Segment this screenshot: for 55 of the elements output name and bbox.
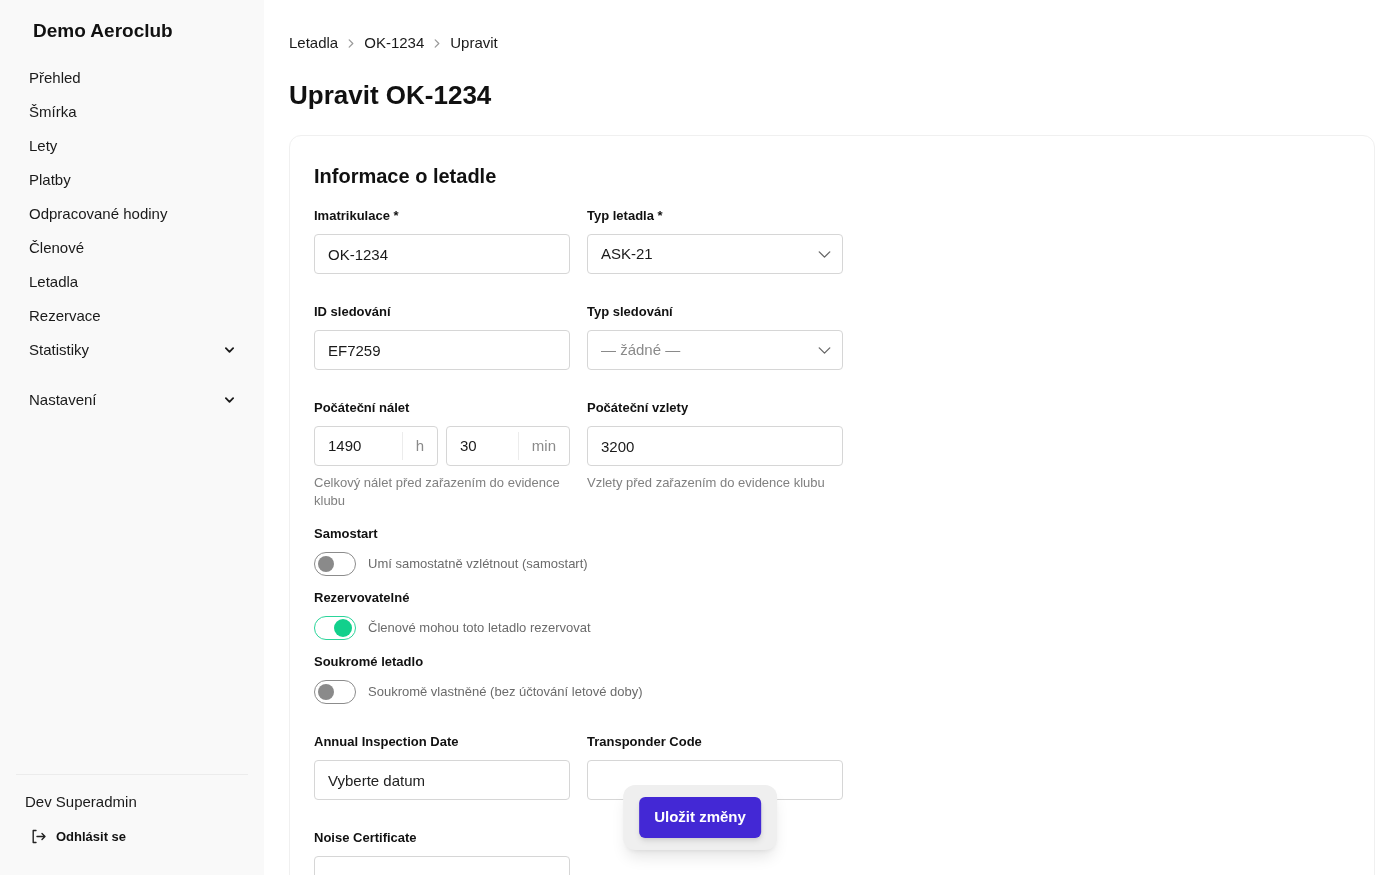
nav-link[interactable]: Letadla [16, 265, 248, 299]
field-label: Počáteční vzlety [587, 399, 690, 417]
hours-field[interactable]: 1490 h [314, 426, 438, 466]
nav-link[interactable]: Členové [16, 231, 248, 265]
unit-label: h [414, 435, 425, 456]
field-label: Annual Inspection Date [314, 733, 460, 751]
breadcrumb-current: Upravit [450, 33, 498, 53]
hours-input[interactable]: 1490 [315, 427, 402, 465]
chevron-right-icon [434, 38, 441, 48]
help-text: Celkový nálet před zařazením do evidence klubu [314, 474, 561, 510]
help-text: Vzlety před zařazením do evidence klubu [587, 474, 826, 492]
field-label: Počáteční nálet [314, 399, 411, 417]
logout-icon [31, 829, 46, 844]
toggle-description: Umí samostatně vzlétnout (samostart) [368, 555, 588, 573]
field-label: Rezervovatelné [314, 589, 411, 607]
select-field[interactable]: ASK-21 [587, 234, 843, 274]
text-input[interactable]: EF7259 [314, 330, 570, 370]
field-label: Typ letadla * [587, 207, 664, 225]
toggle-switch[interactable] [314, 680, 356, 704]
nav-link[interactable]: Šmírka [16, 95, 248, 129]
nav-link[interactable]: Lety [16, 129, 248, 163]
text-input[interactable]: OK-1234 [314, 234, 570, 274]
field-label: Transponder Code [587, 733, 703, 751]
chevron-down-icon [818, 250, 831, 258]
toggle-switch[interactable] [314, 552, 356, 576]
brand-title: Demo Aeroclub [33, 19, 174, 43]
field-label: Samostart [314, 525, 379, 543]
chevron-down-icon [818, 346, 831, 354]
nav-group-toggle[interactable]: Nastavení [16, 383, 248, 417]
toggle-switch[interactable] [314, 616, 356, 640]
nav-group-toggle[interactable]: Statistiky [16, 333, 248, 367]
chevron-right-icon [348, 38, 355, 48]
toggle-description: Soukromě vlastněné (bez účtování letové doby) [368, 683, 643, 701]
save-button[interactable]: Uložit změny [639, 797, 761, 838]
logout-link[interactable]: Odhlásit se [31, 826, 127, 847]
minutes-field[interactable]: 30 min [446, 426, 570, 466]
toggle-description: Členové mohou toto letadlo rezervovat [368, 619, 591, 637]
field-label: Imatrikulace * [314, 207, 400, 225]
field-label: Typ sledování [587, 303, 674, 321]
nav-link[interactable]: Rezervace [16, 299, 248, 333]
breadcrumb-link[interactable]: Letadla [289, 33, 339, 53]
field-label: Noise Certificate [314, 829, 418, 847]
nav-link[interactable]: Platby [16, 163, 248, 197]
field-label: Soukromé letadlo [314, 653, 425, 671]
nav-link[interactable]: Odpracované hodiny [16, 197, 248, 231]
breadcrumb-link[interactable]: OK-1234 [364, 33, 425, 53]
user-name: Dev Superadmin [24, 791, 138, 812]
unit-label: min [530, 435, 557, 456]
section-title: Informace o letadle [314, 164, 498, 189]
date-input[interactable]: Vyberte datum [314, 760, 570, 800]
field-label: ID sledování [314, 303, 392, 321]
minutes-input[interactable]: 30 [447, 427, 518, 465]
text-input[interactable]: 3200 [587, 426, 843, 466]
page-title: Upravit OK-1234 [289, 79, 493, 111]
nav-link[interactable]: Přehled [16, 61, 248, 95]
